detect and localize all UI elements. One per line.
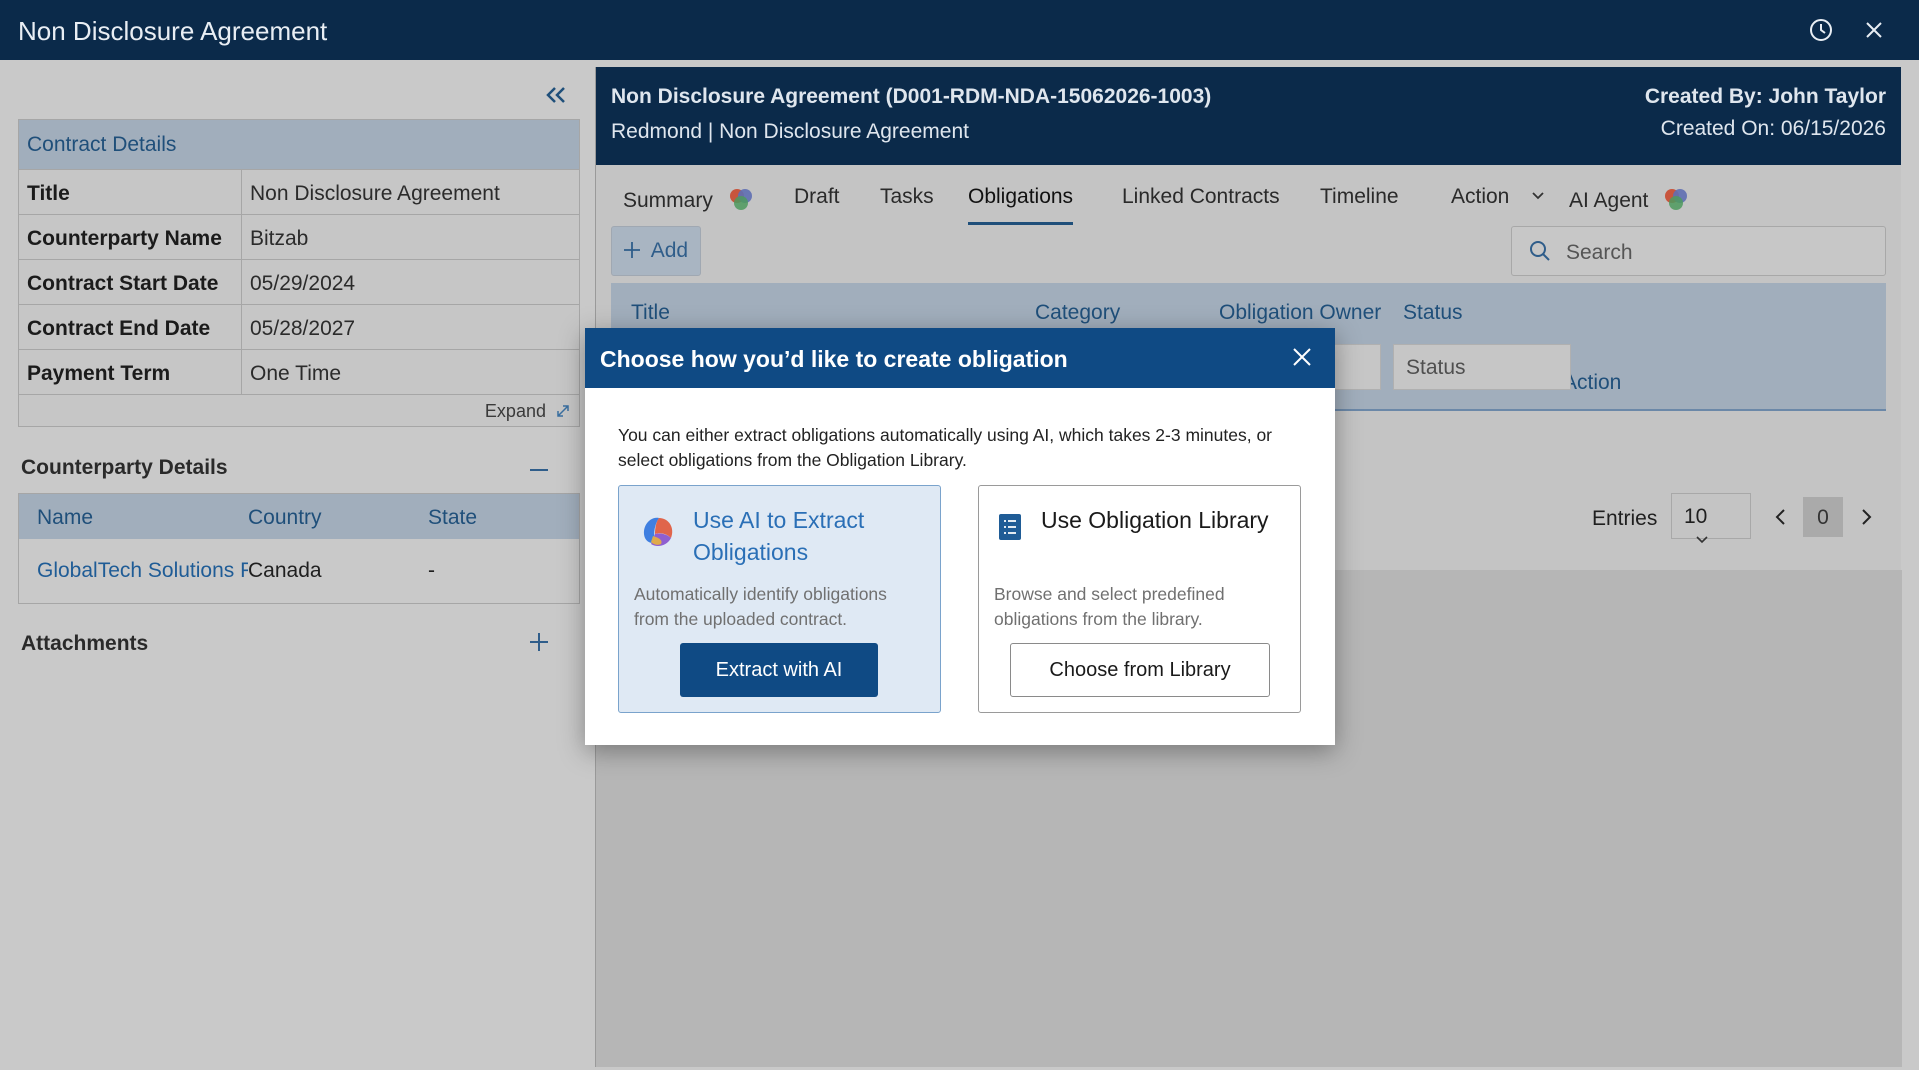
- created-on: Created On: 06/15/2026: [1660, 117, 1886, 140]
- search-icon: [1530, 241, 1550, 261]
- tab-ai-agent[interactable]: AI Agent: [1569, 185, 1690, 225]
- detail-value: One Time: [250, 362, 342, 385]
- column-header-category[interactable]: Category: [1035, 301, 1120, 325]
- tab-draft[interactable]: Draft: [794, 185, 840, 225]
- column-header-title[interactable]: Title: [631, 301, 670, 325]
- detail-value: 05/28/2027: [250, 317, 356, 340]
- status-filter-input[interactable]: Status: [1393, 344, 1571, 390]
- counterparty-table-header: Name Country State: [19, 494, 579, 539]
- list-document-icon: [999, 514, 1021, 540]
- ai-extract-option[interactable]: Use AI to Extract Obligations Automatica…: [618, 485, 941, 713]
- counterparty-country: Canada: [248, 559, 322, 582]
- library-option-description: Browse and select predefined obligations…: [994, 584, 1225, 629]
- window-titlebar: Non Disclosure Agreement: [0, 0, 1919, 60]
- created-by: Created By: John Taylor: [1644, 85, 1886, 108]
- dialog-description: You can either extract obligations autom…: [618, 425, 1273, 470]
- column-header-status[interactable]: Status: [1403, 301, 1463, 325]
- add-obligation-button[interactable]: Add: [611, 226, 701, 276]
- create-obligation-dialog: Choose how you’d like to create obligati…: [585, 328, 1335, 745]
- history-icon[interactable]: [1806, 15, 1836, 45]
- dialog-title: Choose how you’d like to create obligati…: [600, 346, 1068, 372]
- current-page: 0: [1803, 497, 1843, 537]
- detail-key: Payment Term: [19, 350, 242, 394]
- extract-with-ai-button[interactable]: Extract with AI: [680, 643, 878, 697]
- contract-details-card: Contract Details Title Non Disclosure Ag…: [18, 119, 580, 427]
- expand-icon: [557, 405, 569, 417]
- detail-key: Contract End Date: [19, 305, 242, 349]
- chevron-right-icon[interactable]: [1856, 507, 1876, 527]
- column-header-owner[interactable]: Obligation Owner: [1219, 301, 1381, 325]
- counterparty-table: Name Country State GlobalTech Solutions …: [18, 493, 580, 604]
- detail-key: Contract Start Date: [19, 260, 242, 304]
- copilot-icon: [729, 189, 752, 210]
- tab-label: Summary: [623, 189, 713, 212]
- column-header-name: Name: [37, 506, 94, 529]
- library-option[interactable]: Use Obligation Library Browse and select…: [978, 485, 1301, 713]
- copilot-icon: [1665, 189, 1688, 210]
- detail-row: Contract End Date 05/28/2027: [19, 305, 579, 350]
- document-title: Non Disclosure Agreement (D001-RDM-NDA-1…: [611, 85, 1212, 108]
- add-label: Add: [650, 239, 689, 262]
- detail-row: Title Non Disclosure Agreement: [19, 170, 579, 215]
- tab-linked-contracts[interactable]: Linked Contracts: [1122, 185, 1280, 225]
- collapse-panel-icon[interactable]: [541, 80, 571, 110]
- column-header-country: Country: [248, 506, 322, 529]
- search-input[interactable]: Search: [1511, 226, 1886, 276]
- contract-details-header: Contract Details: [19, 120, 579, 170]
- expand-label: Expand: [484, 401, 546, 421]
- tab-tasks[interactable]: Tasks: [880, 185, 934, 225]
- detail-row: Counterparty Name Bitzab: [19, 215, 579, 260]
- entries-select[interactable]: 10: [1671, 493, 1751, 544]
- detail-key: Title: [19, 170, 242, 214]
- entries-label: Entries: [1592, 507, 1658, 530]
- expand-link[interactable]: Expand: [19, 395, 579, 426]
- counterparty-name-link[interactable]: GlobalTech Solutions P: [19, 559, 248, 583]
- tab-label: AI Agent: [1569, 189, 1649, 212]
- document-subtitle: Redmond | Non Disclosure Agreement: [611, 120, 969, 143]
- ai-option-title: Use AI to Extract Obligations: [693, 507, 865, 565]
- detail-value: Bitzab: [250, 227, 309, 250]
- detail-value: Non Disclosure Agreement: [250, 182, 500, 205]
- tab-timeline[interactable]: Timeline: [1320, 185, 1399, 225]
- tab-action-dropdown[interactable]: Action: [1451, 185, 1547, 225]
- ai-option-description: Automatically identify obligations from …: [634, 584, 887, 629]
- attachments-title: Attachments: [21, 632, 149, 655]
- detail-row: Payment Term One Time: [19, 350, 579, 395]
- copilot-icon: [643, 517, 673, 546]
- chevron-down-icon: [1532, 192, 1544, 200]
- choose-from-library-button[interactable]: Choose from Library: [1010, 643, 1270, 697]
- detail-key: Counterparty Name: [19, 215, 242, 259]
- tab-label: Action: [1451, 185, 1510, 208]
- search-placeholder: Search: [1566, 241, 1633, 264]
- detail-row: Contract Start Date 05/29/2024: [19, 260, 579, 305]
- tab-summary[interactable]: Summary: [623, 185, 755, 225]
- tab-bar: Summary Draft Tasks Obligations Linked C…: [596, 175, 1902, 225]
- left-panel: Contract Details Title Non Disclosure Ag…: [0, 60, 595, 1070]
- window-title: Non Disclosure Agreement: [18, 16, 328, 46]
- close-icon[interactable]: [1289, 344, 1315, 370]
- table-row: GlobalTech Solutions P Canada -: [19, 539, 579, 603]
- dialog-header: Choose how you’d like to create obligati…: [585, 328, 1335, 388]
- plus-icon: [624, 242, 640, 258]
- document-header: Non Disclosure Agreement (D001-RDM-NDA-1…: [596, 67, 1901, 165]
- chevron-down-icon: [1696, 536, 1708, 544]
- column-header-state: State: [428, 506, 478, 529]
- chevron-left-icon[interactable]: [1771, 507, 1791, 527]
- counterparty-details-title: Counterparty Details: [21, 456, 228, 479]
- add-attachment-icon[interactable]: [527, 630, 551, 654]
- collapse-section-icon[interactable]: [527, 458, 551, 482]
- library-option-title: Use Obligation Library: [1041, 507, 1269, 533]
- close-window-icon[interactable]: [1859, 15, 1889, 45]
- counterparty-state: -: [428, 559, 435, 582]
- tab-obligations[interactable]: Obligations: [968, 185, 1074, 225]
- column-header-action: Action: [1563, 371, 1622, 394]
- entries-value: 10: [1684, 505, 1708, 528]
- detail-value: 05/29/2024: [250, 272, 356, 295]
